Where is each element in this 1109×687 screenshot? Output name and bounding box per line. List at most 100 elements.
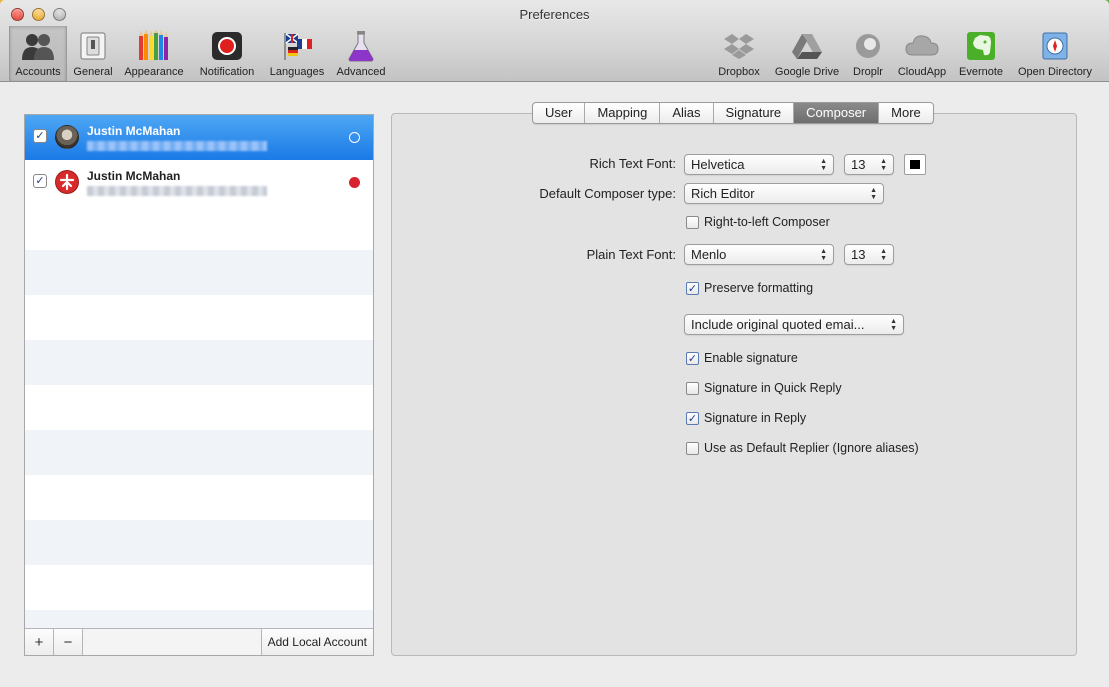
account-email-redacted [87,141,267,151]
rich-text-font-select[interactable]: Helvetica ▲ ▼ [684,154,834,175]
account-status-open-icon [349,132,360,143]
quote-option-select[interactable]: Include original quoted emai... ▲ ▼ [684,314,904,335]
empty-row [25,565,373,610]
enable-signature-checkbox[interactable]: ✓ [686,351,699,365]
toolbar-advanced[interactable]: Advanced [332,26,390,81]
rich-text-size-select[interactable]: 13 ▲ ▼ [844,154,894,175]
popup-arrows-icon: ▲ ▼ [880,158,887,172]
default-composer-type-select[interactable]: Rich Editor ▲ ▼ [684,183,884,204]
flask-icon [344,29,378,63]
plain-text-font-select[interactable]: Menlo ▲ ▼ [684,244,834,265]
add-local-account-button[interactable]: Add Local Account [260,629,373,655]
preferences-window: Preferences Accounts General Appearance … [0,0,1109,687]
empty-row [25,340,373,385]
account-row[interactable]: ✓ Justin McMahan [25,115,373,160]
preserve-formatting-label: Preserve formatting [704,281,814,295]
toolbar-droplr[interactable]: Droplr [848,26,888,81]
toolbar-notification-label: Notification [199,66,255,78]
toolbar: Preferences Accounts General Appearance … [0,0,1109,82]
rich-text-font-value: Helvetica [691,157,745,172]
toolbar-open-directory-label: Open Directory [1018,66,1092,78]
account-enabled-checkbox[interactable]: ✓ [33,174,47,188]
plain-text-size-value: 13 [851,247,866,262]
signature-reply-checkbox[interactable]: ✓ [686,411,699,425]
toolbar-open-directory[interactable]: Open Directory [1012,26,1098,81]
accounts-footer: + − Add Local Account [25,628,373,655]
signature-quick-reply-checkbox[interactable] [686,381,699,395]
account-name: Justin McMahan [87,169,181,183]
rich-text-font-label: Rich Text Font: [589,156,676,171]
remove-account-button[interactable]: − [54,629,83,655]
toolbar-general-label: General [73,66,113,78]
evernote-icon [964,29,998,63]
default-replier-option[interactable]: Use as Default Replier (Ignore aliases) [686,441,919,455]
signature-quick-reply-label: Signature in Quick Reply [704,381,842,395]
accounts-icon [21,29,55,63]
tab-composer[interactable]: Composer [794,103,880,123]
dropbox-icon [722,29,756,63]
tab-signature[interactable]: Signature [714,103,795,123]
toolbar-droplr-label: Droplr [853,66,883,78]
droplr-icon [851,29,885,63]
popup-arrows-icon: ▲ ▼ [890,318,897,332]
toolbar-google-drive[interactable]: Google Drive [770,26,844,81]
signature-reply-label: Signature in Reply [704,411,807,425]
plain-text-size-select[interactable]: 13 ▲ ▼ [844,244,894,265]
color-swatch [910,160,920,169]
signature-reply-option[interactable]: ✓ Signature in Reply [686,411,806,425]
rich-text-color-well[interactable] [904,154,926,175]
rtl-composer-label: Right-to-left Composer [704,215,830,229]
toolbar-cloudapp[interactable]: CloudApp [893,26,951,81]
enable-signature-option[interactable]: ✓ Enable signature [686,351,798,365]
account-row[interactable]: ✓ Justin McMahan [25,160,373,205]
empty-row [25,520,373,565]
default-replier-checkbox[interactable] [686,441,699,455]
preserve-formatting-option[interactable]: ✓ Preserve formatting [686,281,813,295]
toolbar-appearance[interactable]: Appearance [120,26,188,81]
accounts-panel: ✓ Justin McMahan ✓ Justin McMahan + − Ad… [24,114,374,656]
default-composer-type-label: Default Composer type: [539,186,676,201]
rtl-composer-option[interactable]: Right-to-left Composer [686,215,830,229]
toolbar-general[interactable]: General [70,26,116,81]
empty-row [25,250,373,295]
empty-row [25,610,373,629]
empty-row [25,475,373,520]
notification-record-icon [210,29,244,63]
window-title: Preferences [519,7,590,22]
toolbar-languages[interactable]: Languages [266,26,328,81]
toolbar-evernote-label: Evernote [958,66,1004,78]
account-status-dot-icon [349,177,360,188]
tab-mapping[interactable]: Mapping [585,103,661,123]
popup-arrows-icon: ▲ ▼ [820,158,827,172]
colored-pencils-icon [137,29,171,63]
general-switch-icon [76,29,110,63]
toolbar-notification[interactable]: Notification [194,26,260,81]
toolbar-evernote[interactable]: Evernote [955,26,1007,81]
footer-spacer [83,629,261,655]
account-enabled-checkbox[interactable]: ✓ [33,129,47,143]
account-email-redacted [87,186,267,196]
popup-arrows-icon: ▲ ▼ [870,187,877,201]
tab-alias[interactable]: Alias [660,103,714,123]
google-drive-icon [790,29,824,63]
tab-user[interactable]: User [533,103,586,123]
empty-row [25,205,373,250]
empty-row [25,430,373,475]
toolbar-dropbox[interactable]: Dropbox [713,26,765,81]
cloud-icon [905,29,939,63]
toolbar-accounts[interactable]: Accounts [9,26,67,81]
red-logo-avatar [55,170,79,194]
rtl-composer-checkbox[interactable] [686,215,699,229]
default-replier-label: Use as Default Replier (Ignore aliases) [704,441,919,455]
popup-arrows-icon: ▲ ▼ [820,248,827,262]
tab-more[interactable]: More [879,103,933,123]
add-account-button[interactable]: + [25,629,54,655]
quote-option-value: Include original quoted emai... [691,317,865,332]
plain-text-font-label: Plain Text Font: [586,247,676,262]
signature-quick-reply-option[interactable]: Signature in Quick Reply [686,381,842,395]
toolbar-advanced-label: Advanced [336,66,386,78]
empty-row [25,385,373,430]
toolbar-accounts-label: Accounts [15,66,61,78]
preserve-formatting-checkbox[interactable]: ✓ [686,281,699,295]
toolbar-appearance-label: Appearance [124,66,184,78]
